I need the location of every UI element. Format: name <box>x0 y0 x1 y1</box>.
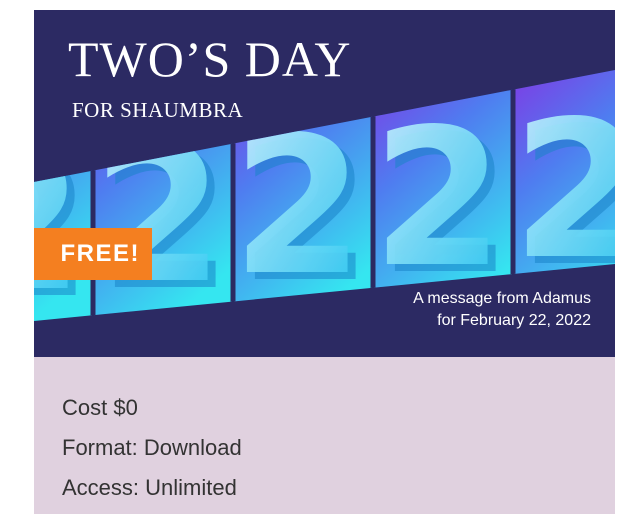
banner-subtitle: FOR SHAUMBRA <box>72 98 244 122</box>
message-line-1: A message from Adamus <box>413 290 591 307</box>
access-text: Access: Unlimited <box>62 475 237 500</box>
format-text: Format: Download <box>62 435 242 460</box>
digit-two: 2 <box>512 80 615 301</box>
banner-title: TWO’S DAY <box>68 31 352 87</box>
product-banner[interactable]: 2222222222 TWO’S DAY FOR SHAUMBRA FREE! … <box>34 10 615 357</box>
product-details: Cost $0 Format: Download Access: Unlimit… <box>34 357 615 514</box>
digit-two: 2 <box>372 88 504 309</box>
free-badge: FREE! <box>34 228 152 280</box>
cost-text: Cost $0 <box>62 395 138 420</box>
digit-two: 2 <box>232 96 364 317</box>
digit-two: 2 <box>34 112 84 333</box>
product-card: 2222222222 TWO’S DAY FOR SHAUMBRA FREE! … <box>34 10 615 514</box>
message-line-2: for February 22, 2022 <box>437 312 591 329</box>
digit-two: 2 <box>92 104 224 325</box>
banner-message: A message from Adamus for February 22, 2… <box>413 288 591 332</box>
